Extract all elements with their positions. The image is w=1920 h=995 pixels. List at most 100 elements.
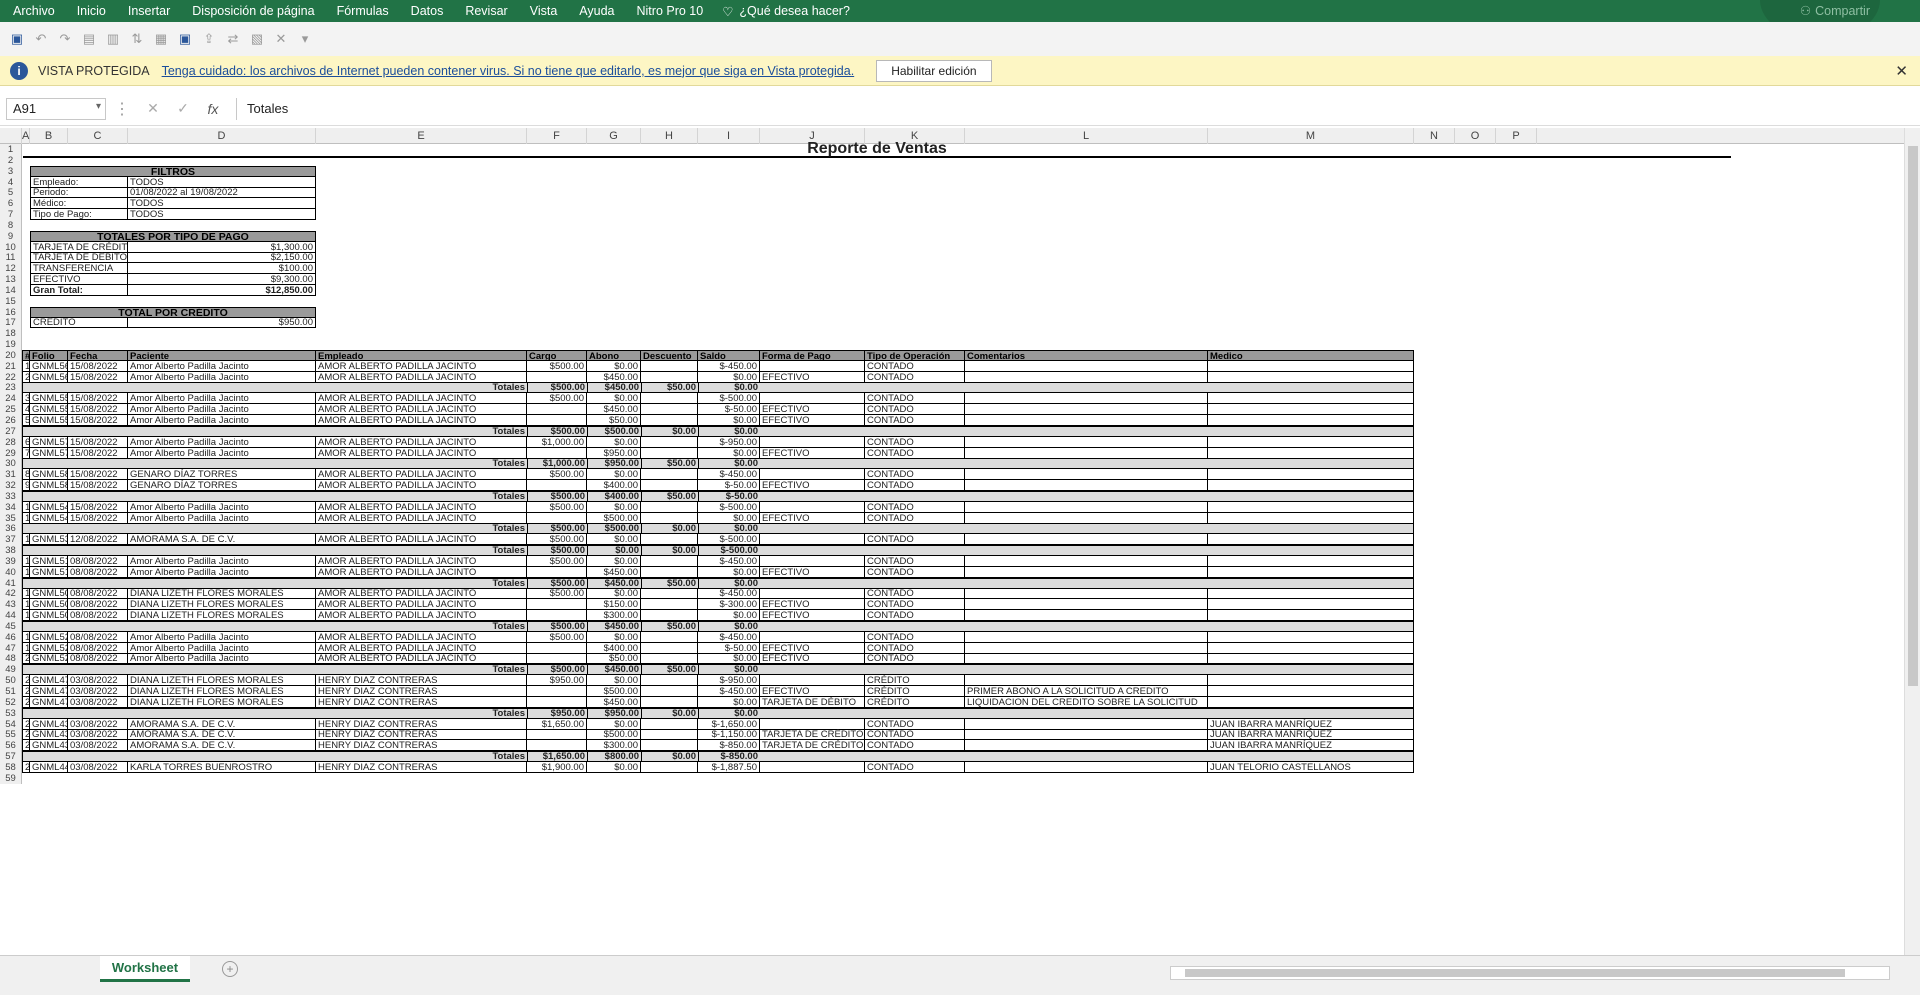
table-cell[interactable]: Amor Alberto Padilla Jacinto (128, 567, 316, 578)
menu-item-7[interactable]: Vista (517, 4, 567, 18)
table-cell[interactable] (760, 361, 865, 372)
row-header[interactable]: 32 (0, 480, 22, 491)
table-cell[interactable] (965, 502, 1208, 513)
table-cell[interactable]: 15/08/2022 (68, 361, 128, 372)
table-cell[interactable] (527, 697, 587, 708)
totals-value[interactable]: $50.00 (641, 382, 698, 393)
row-header[interactable]: 36 (0, 523, 22, 534)
table-cell[interactable] (641, 729, 698, 740)
table-cell[interactable]: $-850.00 (698, 740, 760, 751)
table-cell[interactable]: LIQUIDACION DEL CREDITO SOBRE LA SOLICIT… (965, 697, 1208, 708)
table-cell[interactable] (965, 480, 1208, 491)
table-cell[interactable]: AMOR ALBERTO PADILLA JACINTO (316, 556, 527, 567)
table-cell[interactable]: $300.00 (587, 740, 641, 751)
row-header[interactable]: 33 (0, 491, 22, 502)
table-cell[interactable]: 08/08/2022 (68, 610, 128, 621)
table-header[interactable]: # (22, 350, 30, 361)
toolbar-icon[interactable]: ✕ (272, 30, 290, 48)
totals-value[interactable]: $0.00 (698, 458, 760, 469)
totals-value[interactable]: $500.00 (587, 426, 641, 437)
table-cell[interactable] (641, 762, 698, 773)
table-cell[interactable]: GNML57 (30, 437, 68, 448)
table-cell[interactable]: $300.00 (587, 610, 641, 621)
table-cell[interactable]: $-500.00 (698, 393, 760, 404)
table-cell[interactable]: $-1,150.00 (698, 729, 760, 740)
row-header[interactable]: 40 (0, 567, 22, 578)
table-cell[interactable]: AMOR ALBERTO PADILLA JACINTO (316, 437, 527, 448)
table-cell[interactable] (965, 437, 1208, 448)
table-cell[interactable] (641, 686, 698, 697)
payment-total-label[interactable]: TRANSFERENCIA (30, 263, 128, 274)
table-header[interactable]: Tipo de Operación (865, 350, 965, 361)
row-header[interactable]: 9 (0, 231, 22, 242)
table-cell[interactable]: $0.00 (587, 469, 641, 480)
totals-value[interactable]: $400.00 (587, 491, 641, 502)
table-cell[interactable]: TARJETA DE DÉBITO (760, 697, 865, 708)
table-cell[interactable]: Amor Alberto Padilla Jacinto (128, 437, 316, 448)
table-cell[interactable]: GNML50 (30, 599, 68, 610)
table-cell[interactable] (527, 610, 587, 621)
table-cell[interactable] (641, 469, 698, 480)
table-cell[interactable] (965, 740, 1208, 751)
row-header[interactable]: 2 (0, 155, 22, 166)
totals-value[interactable]: $0.00 (698, 523, 760, 534)
table-cell[interactable] (527, 740, 587, 751)
table-header[interactable]: Cargo (527, 350, 587, 361)
table-cell[interactable]: CRÉDITO (865, 675, 965, 686)
table-cell[interactable] (965, 534, 1208, 545)
table-cell[interactable]: AMOR ALBERTO PADILLA JACINTO (316, 588, 527, 599)
credit-total-value[interactable]: $950.00 (128, 317, 316, 328)
table-cell[interactable]: 03/08/2022 (68, 697, 128, 708)
table-cell[interactable]: $0.00 (698, 415, 760, 426)
table-cell[interactable]: GNML52 (30, 653, 68, 664)
row-header[interactable]: 50 (0, 675, 22, 686)
table-cell[interactable]: 08/08/2022 (68, 567, 128, 578)
table-cell[interactable]: CONTADO (865, 588, 965, 599)
row-header[interactable]: 27 (0, 426, 22, 437)
table-cell[interactable]: GNML50 (30, 588, 68, 599)
totals-value[interactable]: $950.00 (587, 458, 641, 469)
table-cell[interactable]: 08/08/2022 (68, 653, 128, 664)
customize-icon[interactable]: ▾ (296, 30, 314, 48)
filter-value[interactable]: TODOS (128, 198, 316, 209)
toolbar-icon[interactable]: ▦ (152, 30, 170, 48)
table-cell[interactable]: $-450.00 (698, 686, 760, 697)
table-cell[interactable]: 1 (22, 361, 30, 372)
table-cell[interactable]: AMORAMA S.A. DE C.V. (128, 740, 316, 751)
table-cell[interactable]: $-450.00 (698, 556, 760, 567)
table-cell[interactable]: JUAN IBARRA MANRÍQUEZ (1208, 729, 1414, 740)
row-header[interactable]: 46 (0, 632, 22, 643)
table-cell[interactable] (965, 469, 1208, 480)
table-cell[interactable] (1208, 653, 1414, 664)
row-header[interactable]: 39 (0, 556, 22, 567)
table-cell[interactable]: HENRY DIAZ CONTRERAS (316, 762, 527, 773)
totals-label[interactable]: Totales (316, 458, 527, 469)
scroll-thumb[interactable] (1908, 146, 1918, 686)
table-cell[interactable]: DIANA LIZETH FLORES MORALES (128, 610, 316, 621)
table-cell[interactable]: $950.00 (527, 675, 587, 686)
menu-item-3[interactable]: Disposición de página (179, 4, 323, 18)
row-header[interactable]: 7 (0, 209, 22, 220)
table-cell[interactable]: CONTADO (865, 404, 965, 415)
table-cell[interactable]: CONTADO (865, 762, 965, 773)
table-cell[interactable]: 03/08/2022 (68, 762, 128, 773)
row-header[interactable]: 25 (0, 404, 22, 415)
table-cell[interactable]: AMORAMA S.A. DE C.V. (128, 729, 316, 740)
table-cell[interactable] (641, 534, 698, 545)
totals-value[interactable]: $450.00 (587, 382, 641, 393)
totals-value[interactable]: $500.00 (527, 664, 587, 675)
toolbar-icon[interactable]: ⇪ (200, 30, 218, 48)
table-cell[interactable] (1208, 697, 1414, 708)
table-cell[interactable] (527, 599, 587, 610)
table-cell[interactable]: GNML53 (30, 534, 68, 545)
totals-value[interactable]: $500.00 (527, 491, 587, 502)
table-cell[interactable]: 25 (22, 729, 30, 740)
row-header[interactable]: 1 (0, 144, 22, 155)
table-cell[interactable] (965, 632, 1208, 643)
table-cell[interactable]: KARLA TORRES BUENROSTRO (128, 762, 316, 773)
table-cell[interactable] (641, 567, 698, 578)
row-header[interactable]: 8 (0, 220, 22, 231)
table-cell[interactable]: CONTADO (865, 610, 965, 621)
table-cell[interactable]: 03/08/2022 (68, 686, 128, 697)
menu-item-8[interactable]: Ayuda (566, 4, 623, 18)
